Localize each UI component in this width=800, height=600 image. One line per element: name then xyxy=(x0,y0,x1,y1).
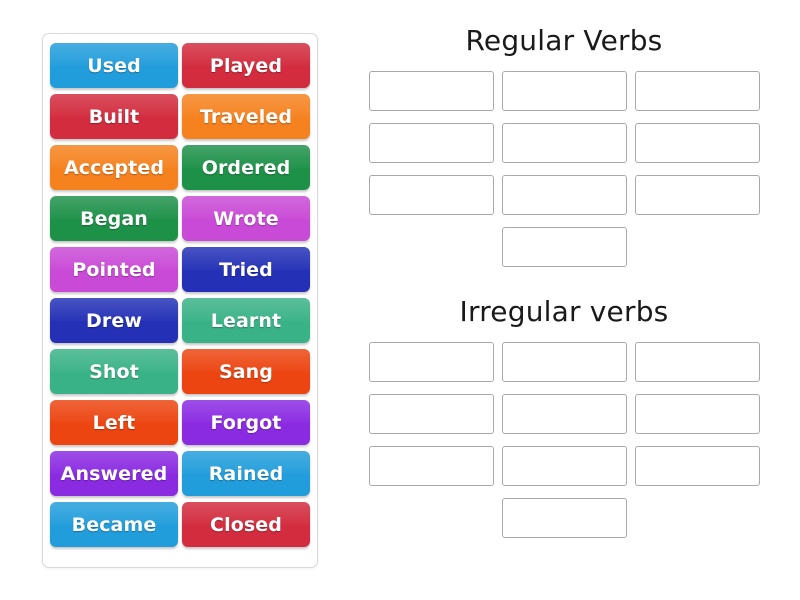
word-tile[interactable]: Rained xyxy=(182,451,310,496)
drop-slot[interactable] xyxy=(501,175,627,216)
word-tile-label: Played xyxy=(209,54,283,77)
word-tile-label: Began xyxy=(80,207,148,230)
category-title: Regular Verbs xyxy=(465,24,663,57)
word-tile-label: Wrote xyxy=(213,207,279,230)
drop-slot[interactable] xyxy=(634,71,760,112)
word-tile-label: Learnt xyxy=(210,309,282,332)
category-title: Irregular verbs xyxy=(459,295,669,329)
drop-slot[interactable] xyxy=(634,123,760,164)
word-tile-label: Ordered xyxy=(201,156,291,179)
category-section: Irregular verbs xyxy=(340,297,788,549)
drop-slot[interactable] xyxy=(368,123,494,164)
word-tile-label: Became xyxy=(71,513,157,536)
word-tile[interactable]: Began xyxy=(50,196,178,241)
drop-slot[interactable] xyxy=(501,445,627,486)
drop-slot[interactable] xyxy=(634,393,760,434)
word-tile-label: Left xyxy=(92,411,136,434)
word-tile[interactable]: Became xyxy=(50,502,178,547)
drop-slot-grid xyxy=(359,341,769,550)
word-tile[interactable]: Answered xyxy=(50,451,178,496)
drop-slot[interactable] xyxy=(501,71,627,112)
word-tile[interactable]: Tried xyxy=(182,247,310,292)
word-tile[interactable]: Pointed xyxy=(50,247,178,292)
word-tile-label: Rained xyxy=(208,462,284,485)
word-tile-label: Forgot xyxy=(210,411,282,434)
word-tile[interactable]: Traveled xyxy=(182,94,310,139)
word-tile-label: Tried xyxy=(219,258,273,281)
word-tile-label: Closed xyxy=(210,513,282,536)
word-tile-label: Drew xyxy=(86,309,142,332)
word-tile[interactable]: Accepted xyxy=(50,145,178,190)
word-tile-label: Built xyxy=(88,105,140,128)
drop-slot[interactable] xyxy=(634,341,760,382)
word-tile[interactable]: Closed xyxy=(182,502,310,547)
drop-slot[interactable] xyxy=(368,393,494,434)
drop-slot[interactable] xyxy=(501,341,627,382)
word-tile[interactable]: Played xyxy=(182,43,310,88)
word-tile-label: Pointed xyxy=(72,258,156,281)
word-tile[interactable]: Wrote xyxy=(182,196,310,241)
drop-slot[interactable] xyxy=(368,71,494,112)
drop-slot[interactable] xyxy=(501,393,627,434)
word-tile-label: Shot xyxy=(89,360,139,383)
drop-slot-grid xyxy=(359,71,769,279)
word-tile[interactable]: Ordered xyxy=(182,145,310,190)
word-bank-panel: Used Played Built Traveled Accepted Ordered Be… xyxy=(42,33,318,568)
drop-slot[interactable] xyxy=(501,497,627,538)
drop-slot[interactable] xyxy=(634,445,760,486)
word-tile-label: Used xyxy=(87,54,141,77)
drop-slot[interactable] xyxy=(368,445,494,486)
group-sort-activity: Used Played Built Traveled Accepted Ordered Be… xyxy=(0,0,800,600)
drop-slot[interactable] xyxy=(368,341,494,382)
word-tile[interactable]: Left xyxy=(50,400,178,445)
drop-slot[interactable] xyxy=(634,175,760,216)
word-tile-label: Sang xyxy=(218,360,274,383)
word-tile-label: Accepted xyxy=(63,156,165,179)
word-tile-list: Used Played Built Traveled Accepted Ordered Be… xyxy=(48,40,312,550)
word-tile-label: Traveled xyxy=(199,105,293,128)
drop-slot[interactable] xyxy=(368,175,494,216)
drop-slot[interactable] xyxy=(501,227,627,268)
word-tile[interactable]: Forgot xyxy=(182,400,310,445)
word-tile[interactable]: Drew xyxy=(50,298,178,343)
word-tile[interactable]: Learnt xyxy=(182,298,310,343)
category-panels: Regular Verbs Irregular verbs xyxy=(340,26,788,568)
word-tile[interactable]: Shot xyxy=(50,349,178,394)
category-section: Regular Verbs xyxy=(340,26,788,279)
word-tile-label: Answered xyxy=(60,462,168,485)
word-tile[interactable]: Built xyxy=(50,94,178,139)
word-tile[interactable]: Used xyxy=(50,43,178,88)
drop-slot[interactable] xyxy=(501,123,627,164)
word-tile[interactable]: Sang xyxy=(182,349,310,394)
